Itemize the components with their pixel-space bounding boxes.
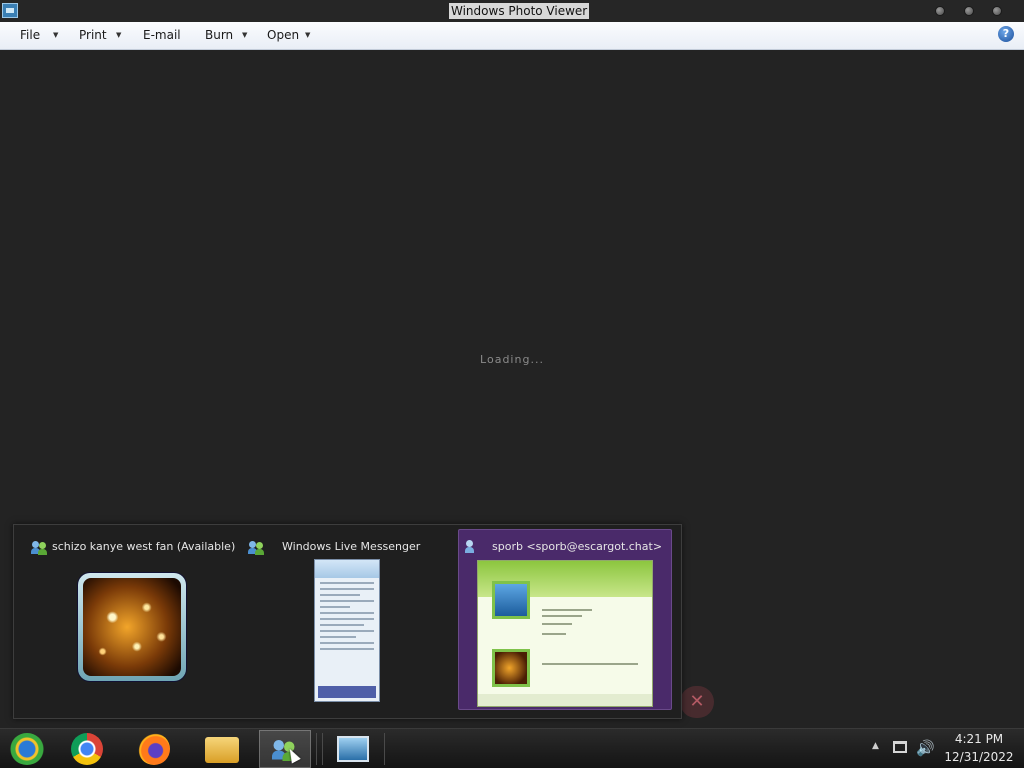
taskbar-separator [322,733,323,765]
peek-title-conversation[interactable]: sporb <sporb@escargot.chat> [492,540,662,553]
loading-text: Loading... [480,353,544,366]
contact-avatar-thumbnail[interactable] [78,573,186,681]
taskbar [0,728,1024,768]
window-title: Windows Photo Viewer [449,3,590,19]
menu-file[interactable]: File [20,22,40,50]
minimize-button[interactable] [935,6,945,16]
menu-open[interactable]: Open [267,22,299,50]
avatar [492,581,530,619]
menu-print[interactable]: Print [79,22,107,50]
avatar [83,578,181,676]
folder-icon[interactable] [205,737,239,763]
peek-title-contact[interactable]: schizo kanye west fan (Available) [52,540,235,553]
avatar [492,649,530,687]
messenger-window-thumbnail[interactable] [314,559,380,702]
clock-date[interactable]: 12/31/2022 [941,750,1017,764]
taskbar-separator [316,733,317,765]
chrome-icon[interactable] [71,733,103,765]
help-icon[interactable]: ? [998,26,1014,42]
contacts-icon [31,541,49,555]
internet-explorer-icon[interactable] [10,733,44,765]
network-icon[interactable] [893,741,907,753]
menu-open-dropdown-icon[interactable]: ▼ [305,22,310,50]
menu-email[interactable]: E-mail [143,22,181,50]
menu-burn-dropdown-icon[interactable]: ▼ [242,22,247,50]
screen: Windows Photo Viewer File ▼ Print ▼ E-ma… [0,0,1024,768]
contact-status-icon [465,540,483,554]
clock-time[interactable]: 4:21 PM [941,732,1017,746]
conversation-window-thumbnail[interactable] [477,560,653,707]
maximize-button[interactable] [964,6,974,16]
close-icon: ✕ [680,686,714,718]
photo-viewer-icon [2,3,18,18]
menu-burn[interactable]: Burn [205,22,233,50]
title-bar: Windows Photo Viewer [0,0,1024,22]
photo-viewer-icon[interactable] [337,736,369,762]
taskbar-separator [384,733,385,765]
firefox-icon[interactable] [138,733,170,765]
taskbar-thumbnail-popup: schizo kanye west fan (Available) Window… [13,524,682,719]
menu-file-dropdown-icon[interactable]: ▼ [53,22,58,50]
volume-icon[interactable]: 🔊 [916,739,935,757]
show-hidden-icons-icon[interactable]: ▲ [872,741,879,751]
peek-title-messenger[interactable]: Windows Live Messenger [282,540,420,553]
menu-bar: File ▼ Print ▼ E-mail Burn ▼ Open ▼ [0,22,1024,50]
contacts-icon [248,541,266,555]
close-button[interactable] [992,6,1002,16]
menu-print-dropdown-icon[interactable]: ▼ [116,22,121,50]
peek-conversation-active[interactable]: sporb <sporb@escargot.chat> [458,529,672,710]
